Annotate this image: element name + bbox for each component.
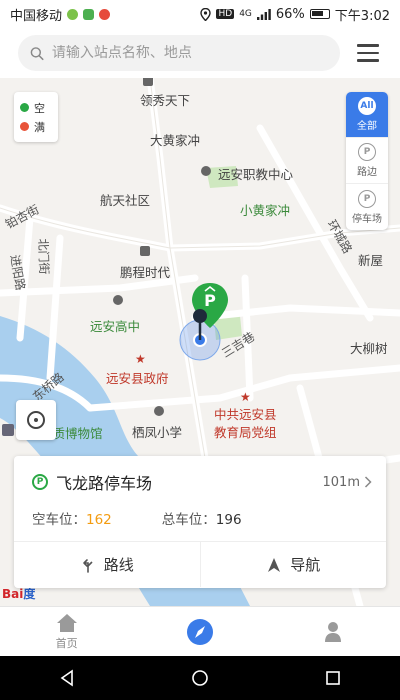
nav-home-label: 首页 xyxy=(55,636,78,650)
school-poi-icon xyxy=(154,406,164,416)
total-spaces: 总车位：196 xyxy=(162,508,242,528)
system-navigation-bar xyxy=(0,656,400,700)
distance[interactable]: 101m xyxy=(323,475,372,490)
battery-icon xyxy=(309,9,330,19)
card-details[interactable]: P 飞龙路停车场 101m 空车位：162 总车位：196 xyxy=(14,456,386,542)
filter-roadside-button[interactable]: P 路边 xyxy=(346,138,388,184)
building-poi-icon xyxy=(143,78,153,86)
school-poi-icon xyxy=(113,295,123,305)
map-label: 鹏程时代 xyxy=(120,265,171,280)
navigate-button[interactable]: 导航 xyxy=(199,542,387,587)
hd-icon: HD xyxy=(216,9,235,19)
party-star-icon: ★ xyxy=(240,390,251,404)
location-icon xyxy=(200,7,212,21)
filter-all-button[interactable]: All 全部 xyxy=(346,92,388,138)
legend-empty-dot xyxy=(20,103,29,112)
map-legend: 空 满 xyxy=(14,92,58,142)
baidu-logo-text: Bai xyxy=(2,587,24,601)
parking-info-card[interactable]: P 飞龙路停车场 101m 空车位：162 总车位：196 路线 导航 xyxy=(14,456,386,588)
filter-label: 停车场 xyxy=(352,213,382,225)
map-label: 远安职教中心 xyxy=(218,167,294,182)
map-label: 新屋 xyxy=(358,253,384,268)
recents-icon[interactable] xyxy=(324,669,342,687)
filter-label: 全部 xyxy=(357,121,377,132)
free-spaces: 空车位：162 xyxy=(32,508,112,528)
bottom-navigation: 首页 xyxy=(0,606,400,656)
parking-lot-icon: P xyxy=(32,474,48,490)
free-spaces-label: 空车位： xyxy=(32,512,86,528)
baidu-logo-text-b: 度 xyxy=(23,587,36,601)
free-spaces-value: 162 xyxy=(86,512,112,528)
back-icon[interactable] xyxy=(58,669,76,687)
map-label: 大黄家冲 xyxy=(150,133,201,148)
distance-value: 101m xyxy=(322,474,360,490)
filter-parking-lot-button[interactable]: P 停车场 xyxy=(346,184,388,230)
car-notification-icon xyxy=(99,8,111,20)
building-poi-icon xyxy=(140,246,150,256)
carrier-name: 中国移动 xyxy=(10,8,63,24)
crosshair-icon xyxy=(27,411,45,429)
map-label: 远安县政府 xyxy=(106,371,169,386)
compass-icon xyxy=(186,618,213,645)
battery-percent: 66% xyxy=(275,6,305,22)
legend-row-full: 满 xyxy=(20,117,52,136)
hamburger-icon-line xyxy=(357,44,379,47)
chevron-right-icon xyxy=(364,476,372,488)
search-input[interactable] xyxy=(51,45,328,61)
map-label: 北门街 xyxy=(35,238,52,275)
clock: 下午3:02 xyxy=(334,8,390,24)
user-icon xyxy=(325,621,342,642)
government-star-icon: ★ xyxy=(135,352,146,366)
search-icon xyxy=(30,46,44,60)
museum-poi-icon xyxy=(2,424,14,436)
legend-full-dot xyxy=(20,122,29,131)
filter-label: 路边 xyxy=(357,167,377,178)
parking-name: 飞龙路停车场 xyxy=(56,474,153,493)
total-spaces-value: 196 xyxy=(215,512,242,528)
signal-bars-icon xyxy=(256,8,271,20)
locate-me-button[interactable] xyxy=(16,400,56,440)
legend-label: 空 xyxy=(34,101,45,115)
legend-label: 满 xyxy=(34,120,45,134)
parking-icon: P xyxy=(358,143,376,161)
menu-button[interactable] xyxy=(348,35,388,71)
map-label: 远安高中 xyxy=(90,319,141,334)
all-icon: All xyxy=(358,97,376,115)
route-button[interactable]: 路线 xyxy=(14,542,200,587)
navigation-arrow-icon xyxy=(268,557,281,572)
map-label: 小黄家冲 xyxy=(240,203,291,218)
search-box[interactable] xyxy=(18,35,340,71)
navigate-label: 导航 xyxy=(290,556,321,574)
legend-row-empty: 空 xyxy=(20,98,52,117)
home-icon xyxy=(56,613,77,632)
route-label: 路线 xyxy=(103,556,134,574)
total-spaces-label: 总车位： xyxy=(161,512,216,528)
app-notification-icon xyxy=(83,8,95,20)
wechat-notification-icon xyxy=(67,8,79,20)
nav-home[interactable]: 首页 xyxy=(0,607,133,656)
parking-filter: All 全部 P 路边 P 停车场 xyxy=(346,92,388,230)
map-label: 教育局党组 xyxy=(214,425,277,440)
map-label: 领秀天下 xyxy=(140,93,191,108)
svg-text:P: P xyxy=(204,291,216,310)
school-poi-icon xyxy=(201,166,211,176)
home-circle-icon[interactable] xyxy=(191,669,209,687)
search-header xyxy=(0,28,400,78)
status-bar: 中国移动 HD 4G 66% 下午3:02 xyxy=(0,0,400,28)
parking-icon: P xyxy=(358,189,376,208)
map-label: 中共远安县 xyxy=(214,407,277,422)
hamburger-icon-line xyxy=(357,51,379,55)
nav-discover[interactable] xyxy=(133,607,266,656)
map-label: 栖凤小学 xyxy=(132,425,183,440)
nav-profile[interactable] xyxy=(267,607,400,656)
map-label: 航天社区 xyxy=(100,193,151,208)
signal-icon: 4G xyxy=(239,9,252,19)
route-icon xyxy=(82,558,93,573)
hamburger-icon-line xyxy=(357,59,379,62)
map-label: 大柳树 xyxy=(350,341,388,356)
